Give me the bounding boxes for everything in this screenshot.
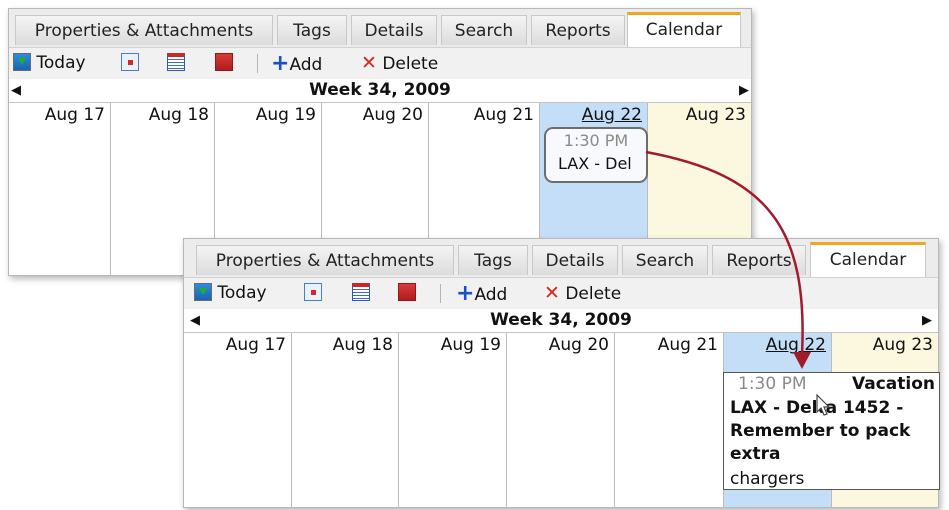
arrow-head-icon [793,352,811,369]
mouse-cursor-icon [816,394,831,416]
connector-arrow [645,150,811,369]
connector-arrow-line [645,150,804,356]
